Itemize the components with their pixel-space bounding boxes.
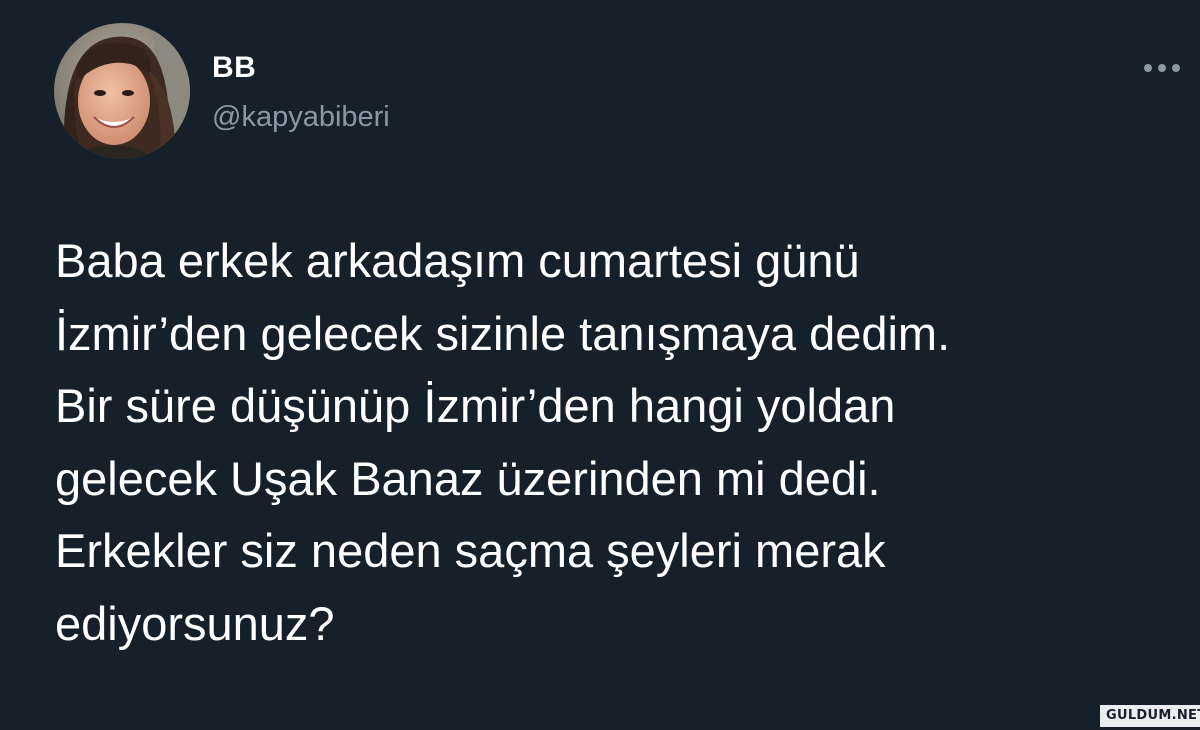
tweet-text-line: Bir süre düşünüp İzmir’den hangi yoldan xyxy=(55,379,896,432)
avatar[interactable] xyxy=(54,23,190,159)
tweet-text: Baba erkek arkadaşım cumartesi günü İzmi… xyxy=(55,225,1175,660)
tweet-text-line: gelecek Uşak Banaz üzerinden mi dedi. xyxy=(55,451,881,505)
more-options-icon xyxy=(1144,64,1180,72)
profile-photo-icon xyxy=(54,23,190,159)
author-handle[interactable]: @kapyabiberi xyxy=(212,99,390,135)
more-options-button[interactable] xyxy=(1144,58,1190,78)
tweet-text-line: Erkekler siz neden saçma şeyleri merak xyxy=(55,524,886,577)
tweet-text-line: ediyorsunuz? xyxy=(55,596,335,650)
tweet-text-line: İzmir’den gelecek sizinle tanışmaya dedi… xyxy=(55,306,951,360)
author-display-name[interactable]: BB xyxy=(212,50,256,86)
tweet-card: BB @kapyabiberi Baba erkek arkadaşım cum… xyxy=(0,0,1200,730)
watermark: GULDUM.NET xyxy=(1100,705,1200,727)
tweet-text-line: Baba erkek arkadaşım cumartesi günü xyxy=(55,234,860,287)
